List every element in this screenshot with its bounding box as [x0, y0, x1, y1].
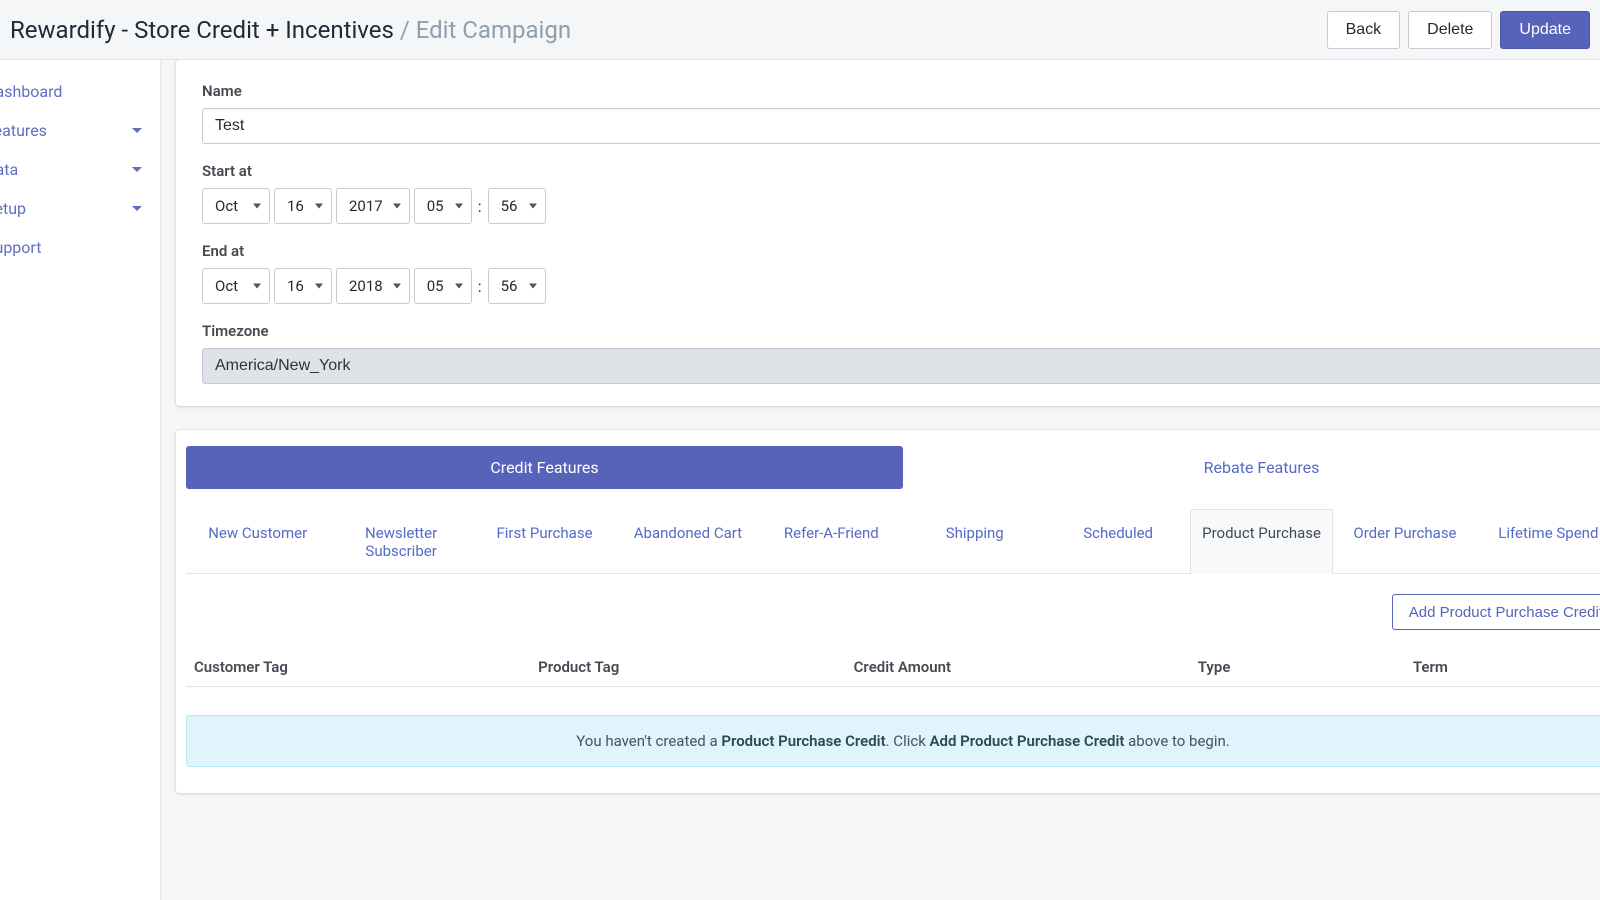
subtab-new-customer[interactable]: New Customer [186, 509, 329, 574]
sidebar-item-label: Dashboard [0, 82, 62, 101]
subtab-scheduled[interactable]: Scheduled [1046, 509, 1189, 574]
delete-button[interactable]: Delete [1408, 11, 1492, 49]
header-actions: Back Delete Update [1327, 11, 1590, 49]
sidebar-item-label: Features [0, 121, 47, 140]
time-colon: : [476, 277, 484, 296]
chevron-down-icon [132, 128, 142, 133]
subtab-newsletter-subscriber[interactable]: Newsletter Subscriber [329, 509, 472, 574]
th-credit-amount: Credit Amount [846, 648, 1190, 687]
chevron-down-icon [315, 204, 323, 209]
name-field[interactable] [202, 108, 1600, 144]
th-type: Type [1190, 648, 1405, 687]
subtab-order-purchase[interactable]: Order Purchase [1333, 509, 1476, 574]
chevron-down-icon [529, 204, 537, 209]
timezone-label: Timezone [202, 322, 1600, 340]
end-hour-select[interactable]: 05 [414, 268, 472, 304]
title-crumb: Edit Campaign [416, 16, 571, 44]
end-at-selects: Oct 16 2018 05 : 56 [202, 268, 1600, 304]
content: Name Start at Oct 16 2017 05 : 56 End at… [161, 60, 1600, 900]
sidebar-item-label: Data [0, 160, 18, 179]
subtab-shipping[interactable]: Shipping [903, 509, 1046, 574]
sidebar-item-dashboard[interactable]: Dashboard [0, 72, 160, 111]
time-colon: : [476, 197, 484, 216]
tab-rebate-features[interactable]: Rebate Features [903, 446, 1600, 489]
sidebar-item-label: Setup [0, 199, 26, 218]
feature-type-tabs: Credit Features Rebate Features [186, 446, 1600, 489]
chevron-down-icon [132, 206, 142, 211]
start-min-select[interactable]: 56 [488, 188, 546, 224]
title-main: Rewardify - Store Credit + Incentives [10, 16, 394, 44]
campaign-form-card: Name Start at Oct 16 2017 05 : 56 End at… [176, 60, 1600, 406]
end-year-select[interactable]: 2018 [336, 268, 410, 304]
topbar: Rewardify - Store Credit + Incentives / … [0, 0, 1600, 60]
end-at-label: End at [202, 242, 1600, 260]
th-product-tag: Product Tag [530, 648, 845, 687]
sidebar-item-features[interactable]: Features [0, 111, 160, 150]
update-button[interactable]: Update [1500, 11, 1590, 49]
chevron-down-icon [315, 284, 323, 289]
chevron-down-icon [253, 284, 261, 289]
sidebar-item-label: Support [0, 238, 41, 257]
tab-credit-features[interactable]: Credit Features [186, 446, 903, 489]
subtab-refer-a-friend[interactable]: Refer-A-Friend [760, 509, 903, 574]
add-product-purchase-credit-button[interactable]: Add Product Purchase Credit [1392, 594, 1600, 630]
end-day-select[interactable]: 16 [274, 268, 332, 304]
timezone-field [202, 348, 1600, 384]
empty-state-alert: You haven't created a Product Purchase C… [186, 715, 1600, 767]
name-label: Name [202, 82, 1600, 100]
chevron-down-icon [393, 284, 401, 289]
start-at-selects: Oct 16 2017 05 : 56 [202, 188, 1600, 224]
sidebar: Dashboard Features Data Setup Support [0, 60, 161, 900]
start-year-select[interactable]: 2017 [336, 188, 410, 224]
subtab-first-purchase[interactable]: First Purchase [473, 509, 616, 574]
end-month-select[interactable]: Oct [202, 268, 270, 304]
chevron-down-icon [529, 284, 537, 289]
sidebar-item-setup[interactable]: Setup [0, 189, 160, 228]
chevron-down-icon [132, 167, 142, 172]
th-customer-tag: Customer Tag [186, 648, 530, 687]
th-term: Term [1405, 648, 1600, 687]
start-hour-select[interactable]: 05 [414, 188, 472, 224]
subtab-product-purchase[interactable]: Product Purchase [1190, 509, 1333, 574]
chevron-down-icon [455, 204, 463, 209]
start-at-label: Start at [202, 162, 1600, 180]
subtab-lifetime-spend[interactable]: Lifetime Spend [1477, 509, 1600, 574]
add-credit-row: Add Product Purchase Credit [186, 594, 1600, 630]
chevron-down-icon [253, 204, 261, 209]
sidebar-item-support[interactable]: Support [0, 228, 160, 267]
credit-subtabs: New Customer Newsletter Subscriber First… [186, 509, 1600, 574]
start-day-select[interactable]: 16 [274, 188, 332, 224]
title-sep: / [394, 16, 416, 44]
credits-table: Customer Tag Product Tag Credit Amount T… [186, 648, 1600, 687]
sidebar-item-data[interactable]: Data [0, 150, 160, 189]
page-title: Rewardify - Store Credit + Incentives / … [10, 16, 1327, 44]
end-min-select[interactable]: 56 [488, 268, 546, 304]
chevron-down-icon [393, 204, 401, 209]
chevron-down-icon [455, 284, 463, 289]
table-header-row: Customer Tag Product Tag Credit Amount T… [186, 648, 1600, 687]
features-card: Credit Features Rebate Features New Cust… [176, 430, 1600, 793]
back-button[interactable]: Back [1327, 11, 1401, 49]
subtab-abandoned-cart[interactable]: Abandoned Cart [616, 509, 759, 574]
start-month-select[interactable]: Oct [202, 188, 270, 224]
